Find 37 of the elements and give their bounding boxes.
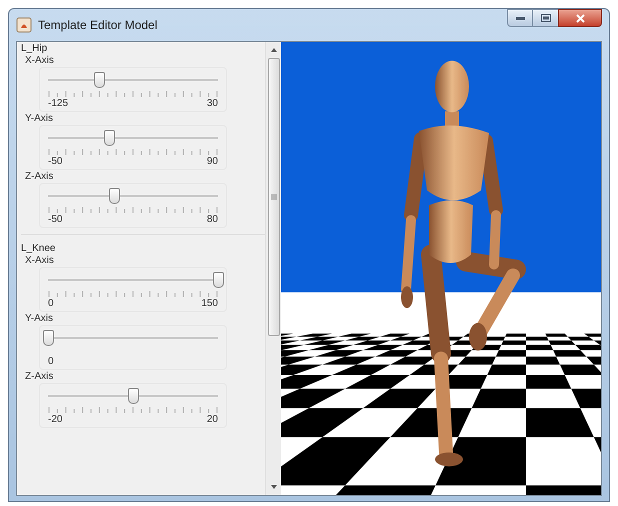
max-value: 150	[201, 298, 218, 310]
maximize-icon	[540, 14, 550, 22]
scroll-down-icon	[270, 485, 276, 489]
axis-label: Z-Axis	[25, 171, 54, 183]
min-value: 0	[48, 356, 54, 368]
scroll-up-icon	[270, 48, 276, 52]
scroll-bar[interactable]	[265, 42, 281, 495]
close-button[interactable]	[558, 9, 602, 27]
max-value: 90	[206, 156, 218, 168]
min-value: -50	[48, 214, 62, 226]
minimize-button[interactable]	[507, 9, 533, 27]
scroll-thumb[interactable]	[268, 58, 280, 336]
close-icon	[576, 14, 584, 22]
slider-thumb[interactable]	[43, 330, 54, 346]
slider-thumb[interactable]	[213, 272, 224, 288]
axis-label: X-Axis	[25, 255, 54, 267]
axis-label: Y-Axis	[25, 113, 53, 125]
slider-thumb[interactable]	[94, 72, 105, 88]
max-value: 80	[206, 214, 218, 226]
axis-label: Z-Axis	[25, 371, 54, 383]
axis-label: Y-Axis	[25, 313, 53, 325]
slider-thumb[interactable]	[128, 388, 139, 404]
min-value: 0	[48, 298, 54, 310]
min-value: -125	[48, 98, 68, 110]
maximize-button[interactable]	[533, 9, 558, 27]
grip-icon	[270, 194, 276, 200]
max-value: 20	[206, 414, 218, 426]
max-value: 30	[206, 98, 218, 110]
axis-label: X-Axis	[25, 55, 54, 67]
joint-name: L_Knee	[21, 243, 56, 255]
min-value: -50	[48, 156, 62, 168]
slider-thumb[interactable]	[109, 188, 120, 204]
slider-thumb[interactable]	[104, 130, 116, 146]
min-value: -20	[48, 414, 62, 426]
window-title: Template Editor Model	[38, 17, 158, 34]
minimize-icon	[516, 16, 524, 20]
joint-name: L_Hip	[21, 43, 48, 55]
